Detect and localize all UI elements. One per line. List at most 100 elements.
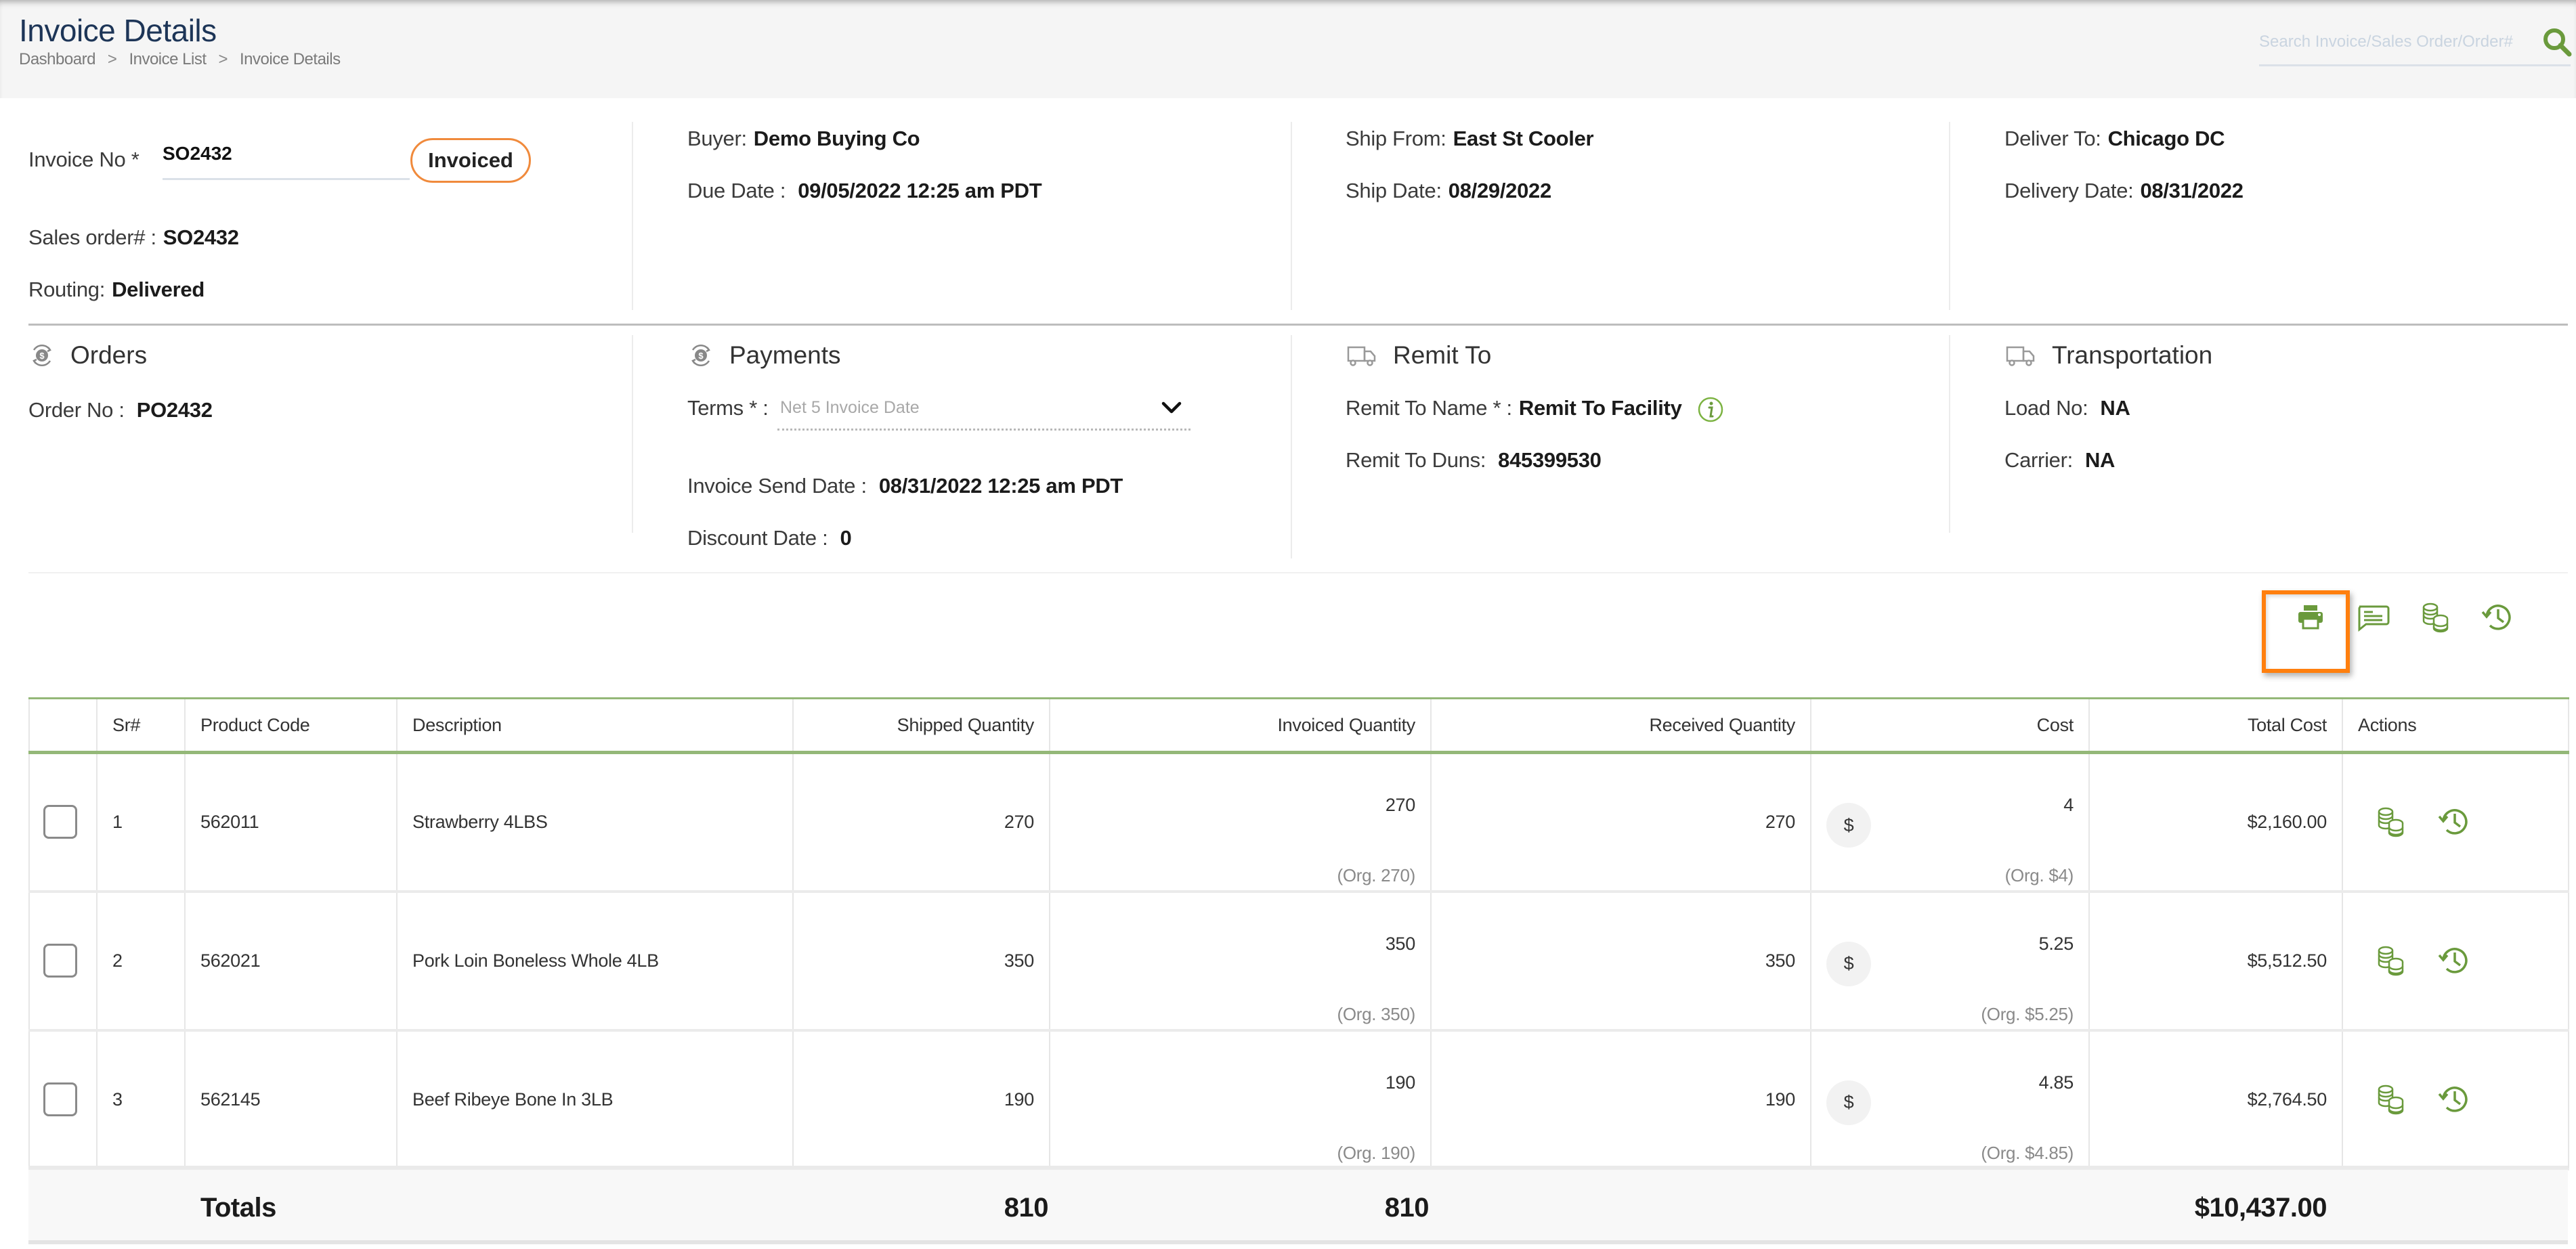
terms-dropdown[interactable]: Net 5 Invoice Date [777, 393, 1190, 431]
load-no-field: Load No: NA [2004, 396, 2130, 420]
search-box [2259, 24, 2573, 66]
coins-icon [2422, 602, 2449, 633]
comments-button[interactable] [2351, 596, 2395, 639]
buyer-value: Demo Buying Co [753, 127, 920, 150]
print-button[interactable] [2289, 596, 2332, 639]
column-header-description[interactable]: Description [396, 697, 794, 754]
discount-date-value: 0 [840, 526, 852, 550]
currency-badge[interactable]: $ [1826, 941, 1871, 986]
remit-to-section-title: Remit To [1346, 341, 1491, 370]
terms-label: Terms * : [687, 396, 769, 420]
due-date-field: Due Date : 09/05/2022 12:25 am PDT [687, 179, 1042, 203]
breadcrumb-dashboard[interactable]: Dashboard [19, 50, 95, 69]
breadcrumb: Dashboard > Invoice List > Invoice Detai… [19, 50, 341, 69]
coins-icon[interactable] [2373, 1082, 2408, 1117]
info-icon[interactable] [1697, 396, 1724, 423]
dollar-exchange-icon: $ [691, 344, 710, 367]
order-no-field: Order No : PO2432 [28, 398, 213, 422]
row-cost-cell: $ 4.85 (Org. $4.85) [1810, 1029, 2090, 1170]
row-checkbox[interactable] [43, 805, 77, 839]
column-header-received-quantity[interactable]: Received Quantity [1430, 697, 1811, 754]
breadcrumb-invoice-list[interactable]: Invoice List [129, 50, 207, 69]
orders-title: Orders [70, 341, 148, 369]
row-product-code: 562011 [184, 751, 398, 893]
row-invoiced-original: (Org. 190) [1337, 1142, 1416, 1163]
history-icon[interactable] [2437, 804, 2472, 839]
row-checkbox[interactable] [43, 944, 77, 978]
breadcrumb-separator: > [107, 50, 117, 68]
column-header-actions: Actions [2342, 697, 2569, 754]
row-received-quantity: 190 [1430, 1029, 1811, 1170]
coins-icon[interactable] [2373, 943, 2408, 978]
buyer-field: Buyer: Demo Buying Co [687, 127, 920, 151]
row-received-quantity: 350 [1430, 890, 1811, 1032]
comment-icon [2358, 605, 2390, 632]
sales-order-field: Sales order# : SO2432 [28, 225, 239, 250]
row-total-cost: $2,160.00 [2088, 751, 2343, 893]
row-cost[interactable]: 4 [2063, 795, 2074, 816]
column-header-cost[interactable]: Cost [1810, 697, 2090, 754]
invoice-no-input[interactable] [163, 139, 410, 180]
svg-text:$: $ [39, 351, 45, 361]
due-date-label: Due Date : [687, 179, 786, 202]
totals-invoiced-quantity: 810 [1384, 1193, 1430, 1223]
remit-to-duns-label: Remit To Duns: [1346, 448, 1486, 472]
terms-value: Net 5 Invoice Date [780, 398, 920, 417]
row-invoiced-quantity[interactable]: 350 [1386, 934, 1415, 955]
row-cost-original: (Org. $4) [2004, 864, 2074, 885]
column-header-total-cost[interactable]: Total Cost [2088, 697, 2343, 754]
row-product-code: 562021 [184, 890, 398, 1032]
breadcrumb-separator: > [218, 50, 228, 68]
ship-date-value: 08/29/2022 [1448, 179, 1551, 202]
sales-order-label: Sales order# : [28, 225, 156, 249]
row-description: Strawberry 4LBS [396, 751, 794, 893]
column-divider [1291, 122, 1292, 310]
search-input[interactable] [2259, 27, 2530, 57]
print-icon [2298, 605, 2323, 630]
ship-from-label: Ship From: [1346, 127, 1446, 150]
routing-field: Routing: Delivered [28, 278, 205, 302]
coins-button[interactable] [2413, 596, 2457, 639]
history-button[interactable] [2476, 596, 2519, 639]
coins-icon[interactable] [2373, 804, 2408, 839]
row-invoiced-quantity[interactable]: 270 [1386, 795, 1415, 816]
row-invoiced-quantity[interactable]: 190 [1386, 1072, 1415, 1093]
column-header-invoiced-quantity[interactable]: Invoiced Quantity [1049, 697, 1432, 754]
column-header-select [28, 697, 98, 754]
ship-date-label: Ship Date: [1346, 179, 1442, 202]
row-cost[interactable]: 5.25 [2039, 934, 2074, 955]
table-row: 3 562145 Beef Ribeye Bone In 3LB 190 190… [28, 1029, 2569, 1170]
currency-badge[interactable]: $ [1826, 803, 1871, 848]
sales-order-value: SO2432 [163, 225, 239, 249]
search-icon[interactable] [2541, 26, 2573, 58]
totals-row: Totals 810 810 $10,437.00 [28, 1166, 2568, 1244]
history-icon[interactable] [2437, 1082, 2472, 1117]
routing-label: Routing: [28, 278, 106, 301]
payments-title: Payments [729, 341, 841, 369]
row-checkbox[interactable] [43, 1082, 77, 1116]
history-icon [2481, 605, 2511, 630]
column-divider [1949, 335, 1950, 533]
column-header-product-code[interactable]: Product Code [184, 697, 398, 754]
load-no-value: NA [2100, 396, 2130, 420]
delivery-date-field: Delivery Date: 08/31/2022 [2004, 179, 2244, 203]
chevron-down-icon [1161, 401, 1182, 414]
remit-to-name-value: Remit To Facility [1518, 396, 1682, 420]
carrier-value: NA [2084, 448, 2116, 472]
order-no-label: Order No : [28, 398, 125, 422]
breadcrumb-current: Invoice Details [240, 50, 341, 68]
currency-badge[interactable]: $ [1826, 1080, 1871, 1125]
row-invoiced-quantity-cell: 350 (Org. 350) [1049, 890, 1432, 1032]
history-icon[interactable] [2437, 943, 2472, 978]
remit-to-duns-field: Remit To Duns: 845399530 [1346, 448, 1602, 473]
row-invoiced-quantity-cell: 190 (Org. 190) [1049, 1029, 1432, 1170]
column-header-sr[interactable]: Sr# [96, 697, 186, 754]
invoice-send-date-field: Invoice Send Date : 08/31/2022 12:25 am P… [687, 474, 1123, 498]
invoice-send-date-label: Invoice Send Date : [687, 474, 867, 498]
carrier-field: Carrier: NA [2004, 448, 2115, 473]
totals-label: Totals [200, 1193, 276, 1223]
row-invoiced-quantity-cell: 270 (Org. 270) [1049, 751, 1432, 893]
column-header-shipped-quantity[interactable]: Shipped Quantity [792, 697, 1050, 754]
row-cost[interactable]: 4.85 [2039, 1072, 2074, 1093]
due-date-value: 09/05/2022 12:25 am PDT [798, 179, 1042, 202]
